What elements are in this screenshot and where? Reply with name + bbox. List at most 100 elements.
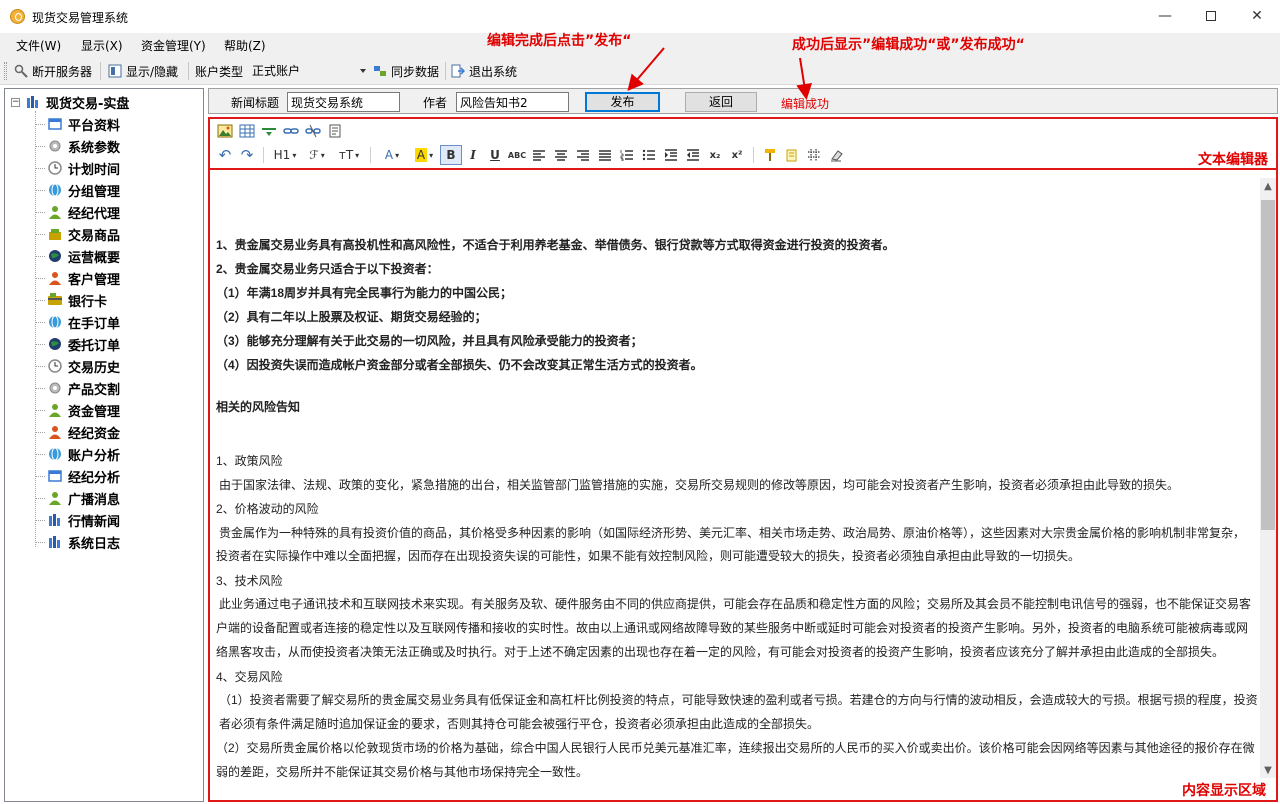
bold-icon[interactable]: B — [440, 145, 462, 165]
font-size-dropdown[interactable]: тT ▾ — [333, 145, 365, 165]
publish-button[interactable]: 发布 — [585, 92, 660, 112]
tree-guide-line — [35, 498, 45, 499]
tree-item[interactable]: 交易商品 — [35, 225, 120, 244]
highlight-dropdown[interactable]: A ▾ — [408, 145, 440, 165]
tree-item[interactable]: 经纪分析 — [35, 467, 121, 486]
superscript-icon[interactable]: x² — [726, 145, 748, 165]
content-heading-line: （2）具有二年以上股票及权证、期货交易经验的； — [216, 310, 487, 324]
font-color-dropdown[interactable]: A ▾ — [376, 145, 408, 165]
tree-item[interactable]: 账户分析 — [35, 445, 120, 464]
subscript-icon[interactable]: x₂ — [704, 145, 726, 165]
menu-display[interactable]: 显示(X) — [81, 37, 123, 54]
disconnect-label: 断开服务器 — [32, 64, 93, 79]
tree-root[interactable]: − 现货交易-实盘 — [11, 93, 129, 112]
tree-guide-line — [35, 278, 45, 279]
content-line: 由于国家法律、法规、政策的变化，紧急措施的出台，相关监管部门监管措施的实施，交易… — [219, 478, 1180, 492]
tree-guide-line — [35, 542, 45, 543]
tree-item-label: 系统日志 — [68, 536, 121, 552]
scrollbar-thumb[interactable] — [1261, 200, 1275, 530]
vertical-scrollbar[interactable]: ▲ ▼ — [1260, 178, 1276, 778]
font-family-icon: ℱ — [309, 148, 319, 162]
tree-item[interactable]: 计划时间 — [35, 159, 120, 178]
unordered-list-icon[interactable] — [638, 145, 660, 165]
sync-button[interactable]: 同步数据 — [373, 62, 439, 80]
tree-item[interactable]: 广播消息 — [35, 489, 120, 508]
content-line: （2）交易所贵金属价格以伦敦现货市场的价格为基础，综合中国人民银行人民币兑美元基… — [216, 741, 1255, 755]
eraser-icon[interactable] — [825, 145, 847, 165]
chevron-down-icon: ▾ — [395, 150, 400, 160]
tree-item[interactable]: 委托订单 — [35, 335, 120, 354]
tree-item[interactable]: 系统日志 — [35, 533, 121, 552]
italic-icon[interactable]: I — [462, 145, 484, 165]
author-input[interactable] — [456, 92, 569, 112]
collapse-icon[interactable]: − — [11, 97, 20, 107]
sync-label: 同步数据 — [391, 64, 440, 79]
tree-item[interactable]: 分组管理 — [35, 181, 120, 200]
outdent-icon[interactable] — [682, 145, 704, 165]
title-input[interactable] — [287, 92, 400, 112]
user-icon — [47, 402, 63, 418]
toolbar-separator — [370, 147, 371, 163]
font-family-dropdown[interactable]: ℱ ▾ — [301, 145, 333, 165]
grid-icon[interactable] — [803, 145, 825, 165]
exit-button[interactable]: 退出系统 — [451, 62, 517, 80]
toolbar-separator — [188, 62, 189, 80]
tree-item[interactable]: 资金管理 — [35, 401, 120, 420]
strikethrough-icon[interactable]: ABC — [506, 145, 528, 165]
content-line: 此业务通过电子通讯技术和互联网技术来实现。有关服务及软、硬件服务由不同的供应商提… — [219, 597, 1252, 611]
author-label: 作者 — [423, 96, 448, 110]
menu-funds[interactable]: 资金管理(Y) — [141, 37, 206, 54]
link-icon[interactable] — [280, 121, 302, 141]
content-area[interactable]: 1、贵金属交易业务具有高投机性和高风险性，不适合于利用养老基金、举借债务、银行贷… — [208, 170, 1278, 802]
underline-icon[interactable]: U — [484, 145, 506, 165]
unlink-icon[interactable] — [302, 121, 324, 141]
format-painter-icon[interactable] — [759, 145, 781, 165]
heading-dropdown[interactable]: H1 ▾ — [269, 145, 301, 165]
insert-image-icon[interactable] — [214, 121, 236, 141]
news-form: 新闻标题 作者 发布 返回 编辑成功 — [208, 88, 1278, 114]
goods-icon — [47, 226, 63, 242]
align-justify-icon[interactable] — [594, 145, 616, 165]
minimize-button[interactable]: — — [1142, 0, 1188, 33]
window-title: 现货交易管理系统 — [32, 11, 129, 25]
source-code-icon[interactable] — [324, 121, 346, 141]
disconnect-button[interactable]: 断开服务器 — [14, 62, 92, 80]
scroll-up-icon[interactable]: ▲ — [1263, 182, 1273, 192]
toolbar-grip[interactable] — [4, 62, 7, 80]
tree-item[interactable]: 客户管理 — [35, 269, 120, 288]
account-type-select[interactable]: 正式账户 — [248, 61, 370, 81]
tree-item[interactable]: 经纪代理 — [35, 203, 120, 222]
toggle-display-button[interactable]: 显示/隐藏 — [108, 62, 178, 80]
align-left-icon[interactable] — [528, 145, 550, 165]
align-center-icon[interactable] — [550, 145, 572, 165]
tree-item[interactable]: 经纪资金 — [35, 423, 120, 442]
scroll-down-icon[interactable]: ▼ — [1263, 766, 1273, 776]
back-button[interactable]: 返回 — [685, 92, 757, 112]
chevron-down-icon: ▾ — [355, 150, 360, 160]
tree-item[interactable]: 交易历史 — [35, 357, 120, 376]
tree-item[interactable]: 系统参数 — [35, 137, 120, 156]
insert-table-icon[interactable] — [236, 121, 258, 141]
insert-hr-icon[interactable] — [258, 121, 280, 141]
tree-guide-line — [35, 366, 45, 367]
menu-file[interactable]: 文件(W) — [16, 37, 61, 54]
content-line: （1）投资者需要了解交易所的贵金属交易业务具有低保证金和高杠杆比例投资的特点，可… — [219, 693, 1258, 707]
user-icon — [47, 204, 63, 220]
undo-icon[interactable]: ↶ — [214, 145, 236, 165]
tree-item-label: 经纪分析 — [68, 470, 121, 486]
maximize-button[interactable] — [1188, 0, 1234, 33]
ordered-list-icon[interactable] — [616, 145, 638, 165]
tree-item[interactable]: 产品交割 — [35, 379, 120, 398]
tree-item[interactable]: 银行卡 — [35, 291, 107, 310]
tree-item[interactable]: 运营概要 — [35, 247, 120, 266]
menu-help[interactable]: 帮助(Z) — [224, 37, 266, 54]
tree-item[interactable]: 行情新闻 — [35, 511, 120, 530]
tree-item[interactable]: 平台资料 — [35, 115, 120, 134]
clear-format-icon[interactable] — [781, 145, 803, 165]
align-right-icon[interactable] — [572, 145, 594, 165]
close-button[interactable]: ✕ — [1234, 0, 1280, 33]
redo-icon[interactable]: ↷ — [236, 145, 258, 165]
tree-item[interactable]: 在手订单 — [35, 313, 120, 332]
annotation-publish-hint: 编辑完成后点击”发布“ — [487, 33, 632, 49]
indent-icon[interactable] — [660, 145, 682, 165]
